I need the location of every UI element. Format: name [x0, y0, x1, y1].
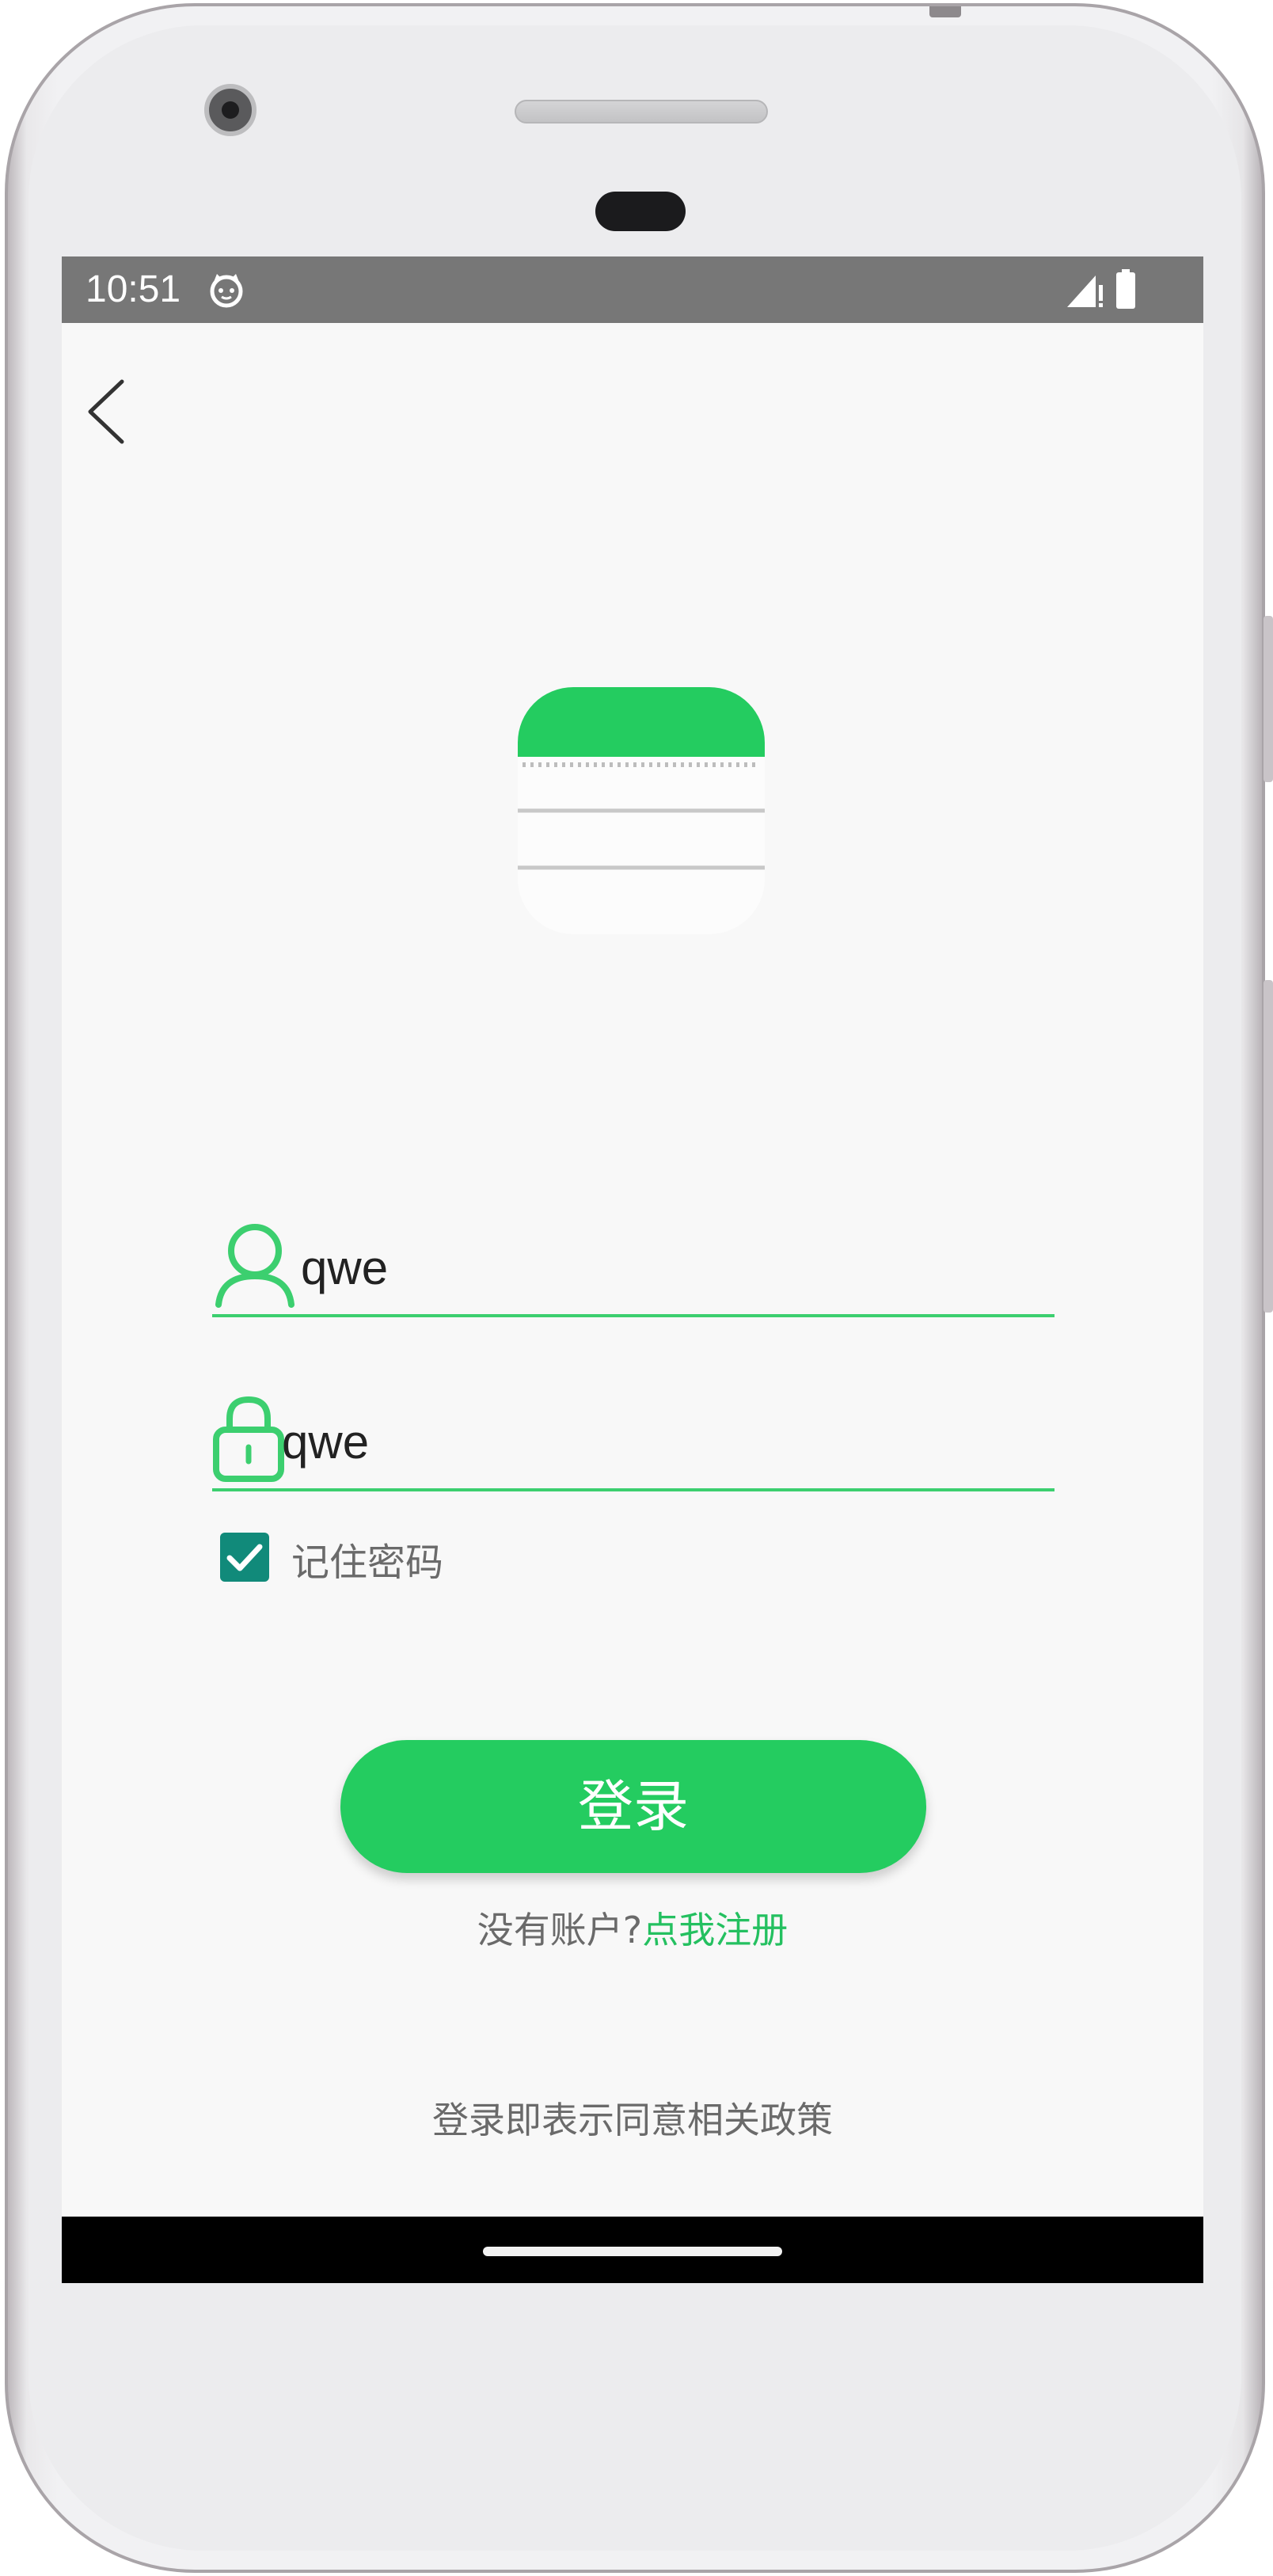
notebook-icon-header	[518, 687, 765, 757]
register-prompt: 没有账户?点我注册	[62, 1902, 1203, 1954]
password-field[interactable]: qwe	[212, 1396, 1054, 1491]
user-icon	[215, 1224, 294, 1308]
app-screen: 10:51 qwe qwe 记住密码 登录 没有账户?点我注册 登录即表示同意相…	[62, 256, 1203, 2283]
remember-password-label[interactable]: 记住密码	[291, 1531, 443, 1586]
username-field[interactable]: qwe	[212, 1222, 1054, 1317]
login-button[interactable]: 登录	[340, 1740, 926, 1873]
status-time: 10:51	[86, 268, 181, 310]
back-arrow-icon[interactable]	[73, 367, 136, 454]
notebook-icon	[518, 687, 765, 934]
cell-signal-icon	[1067, 275, 1103, 307]
policy-text[interactable]: 登录即表示同意相关政策	[62, 2092, 1203, 2144]
lock-icon	[213, 1396, 284, 1482]
earpiece-speaker	[515, 100, 768, 123]
front-camera	[204, 84, 256, 136]
password-value[interactable]: qwe	[282, 1415, 369, 1469]
phone-top-button	[929, 6, 961, 17]
username-value[interactable]: qwe	[301, 1241, 388, 1295]
checkmark-icon	[226, 1544, 263, 1571]
phone-power-button	[1264, 980, 1273, 1313]
register-link[interactable]: 点我注册	[642, 1909, 788, 1951]
notebook-icon-lines	[518, 762, 765, 870]
phone-volume-button	[1264, 616, 1273, 782]
battery-icon	[1116, 269, 1135, 309]
register-prompt-text: 没有账户?	[477, 1909, 643, 1951]
remember-password-checkbox[interactable]	[220, 1533, 269, 1582]
home-handle[interactable]	[483, 2247, 782, 2256]
status-bar: 10:51	[62, 256, 1203, 323]
system-navigation-bar	[62, 2217, 1203, 2283]
proximity-sensor	[595, 192, 686, 231]
status-face-icon	[210, 274, 243, 308]
